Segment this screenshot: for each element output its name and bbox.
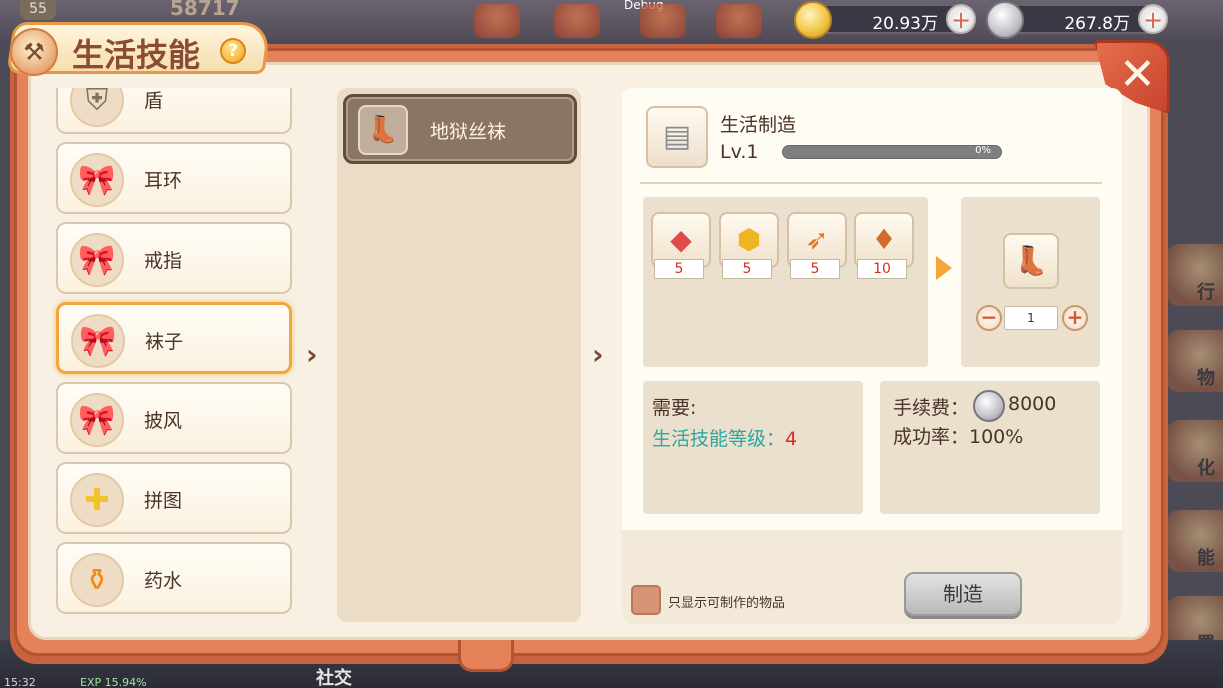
skill-progress-text: 0% [975,145,991,156]
window-bottom-tab [458,636,514,672]
bow-icon: 🎀 [70,233,124,287]
material-count: 5 [722,259,772,279]
category-label: 盾 [144,90,164,112]
decrease-quantity-button[interactable]: − [976,305,1002,331]
side-button-2[interactable]: 物 [1167,330,1223,392]
silver-coin-icon [973,390,1005,422]
category-item-shield[interactable]: ⛨ 盾 [56,88,292,134]
side-button-3[interactable]: 化 [1167,420,1223,482]
chevron-right-icon: › [306,338,318,371]
exp-text: EXP 15.94% [80,676,147,688]
bow-icon: 🎀 [71,314,125,368]
item-card-hell-stockings[interactable]: 👢 地狱丝袜 [343,94,577,164]
puzzle-icon: ✚ [70,473,124,527]
quantity-input[interactable] [1004,306,1058,330]
close-icon: ✕ [1119,49,1156,100]
title-tab: ⚒ 生活技能 ? [0,18,272,76]
divider [640,182,1102,184]
nav-event-icon[interactable] [640,4,686,38]
side-button-4[interactable]: 能 [1167,510,1223,572]
item-list[interactable]: 👢 地狱丝袜 [337,88,581,622]
fee-label: 手续费： [893,397,970,419]
boots-icon[interactable]: 👢 [1003,233,1059,289]
gold-amount: 20.93万 [872,14,938,34]
category-list[interactable]: ⛨ 盾 🎀 耳环 🎀 戒指 🎀 袜子 🎀 披风 ✚ 拼图 ⚱ 药水 [52,88,296,622]
side-button-label: 行 [1197,282,1215,303]
craft-button[interactable]: 制造 [904,572,1022,616]
gold-currency: 20.93万 + [794,1,976,39]
scallop-divider [624,516,1120,530]
material-count: 10 [857,259,907,279]
help-icon[interactable]: ? [220,38,246,64]
add-silver-button[interactable]: + [1138,4,1168,34]
bow-icon: 🎀 [70,393,124,447]
shield-icon: ⛨ [70,88,124,127]
arrow-right-icon [936,256,952,280]
crafting-icon: ⚒ [10,28,58,76]
category-label: 药水 [144,570,183,592]
category-item-ring[interactable]: 🎀 戒指 [56,222,292,294]
category-label: 耳环 [144,170,183,192]
category-item-earring[interactable]: 🎀 耳环 [56,142,292,214]
requirement-skill-level: 生活技能等级：4 [652,424,797,451]
player-level-badge: 55 [20,0,56,20]
requirements-title: 需要: [652,397,697,419]
nav-gift-icon[interactable] [554,4,600,38]
category-item-socks[interactable]: 🎀 袜子 [56,302,292,374]
material-count: 5 [654,259,704,279]
category-label: 拼图 [144,490,183,512]
silver-amount: 267.8万 [1064,14,1130,34]
category-label: 戒指 [144,250,183,272]
status-time: 15:32 [4,676,36,688]
nav-shop-icon[interactable] [474,4,520,38]
category-label: 袜子 [145,331,184,353]
side-button-label: 物 [1197,368,1215,389]
skill-level: Lv.1 [720,141,759,163]
item-name: 地狱丝袜 [430,121,507,143]
potion-icon: ⚱ [70,553,124,607]
bow-icon: 🎀 [70,153,124,207]
category-item-cape[interactable]: 🎀 披风 [56,382,292,454]
craftable-only-checkbox[interactable] [631,585,661,615]
side-button-label: 能 [1197,548,1215,569]
side-button-1[interactable]: 行 [1167,244,1223,306]
skill-name: 生活制造 [720,114,797,136]
skill-progress-bar: 0% [782,145,1002,159]
checkbox-label: 只显示可制作的物品 [668,596,786,611]
silver-currency: 267.8万 + [986,1,1168,39]
success-rate: 成功率：100% [893,426,1024,448]
category-item-puzzle[interactable]: ✚ 拼图 [56,462,292,534]
chevron-right-icon: › [592,338,604,371]
increase-quantity-button[interactable]: + [1062,305,1088,331]
category-item-potion[interactable]: ⚱ 药水 [56,542,292,614]
side-button-label: 化 [1197,458,1215,479]
power-value: 58717 [170,0,240,20]
add-gold-button[interactable]: + [946,4,976,34]
boots-icon: 👢 [358,105,408,155]
silver-coin-icon [986,1,1024,39]
silver-ingot-icon: ▤ [646,106,708,168]
window-title: 生活技能 [72,36,201,74]
requirement-value: 4 [785,428,798,450]
nav-trade-icon[interactable] [716,4,762,38]
material-count: 5 [790,259,840,279]
gold-coin-icon [794,1,832,39]
social-button[interactable]: 社交 [316,664,352,688]
requirement-label: 生活技能等级： [652,428,786,450]
fee-value: 8000 [1008,393,1057,415]
category-label: 披风 [144,410,183,432]
